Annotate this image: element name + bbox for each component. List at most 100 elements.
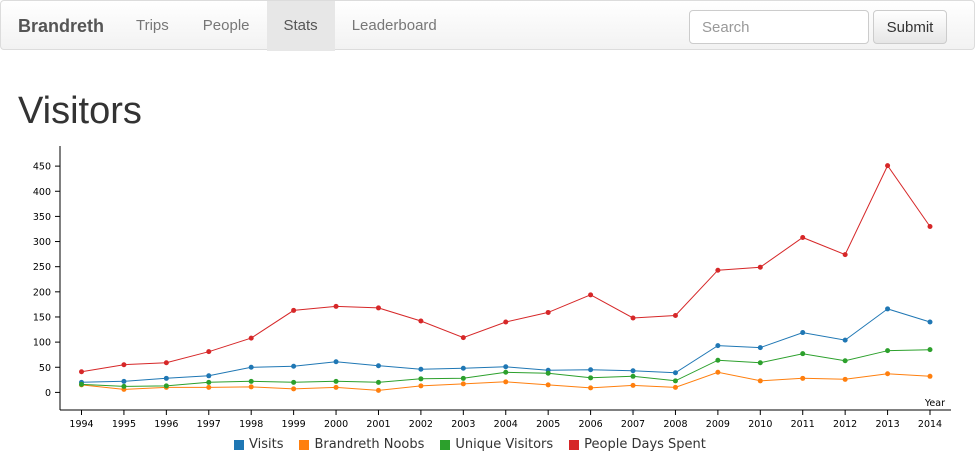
data-point xyxy=(800,351,806,357)
data-point xyxy=(206,384,212,390)
data-point xyxy=(800,330,806,336)
data-point xyxy=(206,349,212,355)
data-point xyxy=(460,335,466,341)
y-tick-label: 50 xyxy=(39,363,51,374)
data-point xyxy=(375,305,381,311)
chart-legend: Visits Brandreth Noobs Unique Visitors Peop… xyxy=(234,437,722,452)
x-tick-label: 2011 xyxy=(791,419,815,430)
data-point xyxy=(418,366,424,372)
legend-item: Brandreth Noobs xyxy=(299,437,424,452)
data-point xyxy=(248,364,254,370)
data-point xyxy=(757,378,763,384)
data-point xyxy=(757,360,763,366)
data-point xyxy=(927,347,933,353)
y-tick-label: 350 xyxy=(33,212,51,223)
data-point xyxy=(333,359,339,365)
y-tick-label: 250 xyxy=(33,262,51,273)
data-point xyxy=(163,360,169,366)
x-tick-label: 2004 xyxy=(494,419,518,430)
data-point xyxy=(885,306,891,312)
legend-item: Visits xyxy=(234,437,283,452)
data-point xyxy=(121,378,127,384)
y-tick-label: 200 xyxy=(33,287,51,298)
data-point xyxy=(503,364,509,370)
data-point xyxy=(291,307,297,313)
data-point xyxy=(291,363,297,369)
data-point xyxy=(333,303,339,309)
y-tick-label: 450 xyxy=(33,162,51,173)
data-point xyxy=(800,235,806,241)
data-point xyxy=(121,362,127,368)
legend-swatch xyxy=(299,439,310,450)
data-point xyxy=(588,292,594,298)
x-axis-label: Year xyxy=(924,398,945,409)
data-point xyxy=(885,371,891,377)
data-point xyxy=(630,373,636,379)
series-line-3 xyxy=(81,164,931,373)
data-point xyxy=(630,368,636,374)
data-point xyxy=(206,373,212,379)
data-point xyxy=(630,382,636,388)
data-point xyxy=(460,375,466,381)
x-tick-label: 2001 xyxy=(366,419,390,430)
data-point xyxy=(163,375,169,381)
data-point xyxy=(503,319,509,325)
data-point xyxy=(248,335,254,341)
data-point xyxy=(503,369,509,375)
x-tick-label: 1997 xyxy=(197,419,221,430)
data-point xyxy=(927,223,933,229)
x-tick-label: 2013 xyxy=(875,419,899,430)
data-point xyxy=(460,365,466,371)
x-tick-label: 1995 xyxy=(112,419,136,430)
data-point xyxy=(79,381,84,387)
data-point xyxy=(545,382,551,388)
x-tick-label: 1998 xyxy=(239,419,263,430)
data-point xyxy=(333,384,339,390)
legend-label: Brandreth Noobs xyxy=(314,437,425,452)
legend-swatch xyxy=(234,439,244,450)
data-point xyxy=(715,267,721,273)
data-point xyxy=(588,367,594,373)
x-tick-label: 2014 xyxy=(918,419,942,430)
data-point xyxy=(842,358,848,364)
data-point xyxy=(163,383,169,389)
legend-swatch xyxy=(440,439,451,450)
x-tick-label: 1996 xyxy=(154,419,178,430)
data-point xyxy=(375,387,381,393)
data-point xyxy=(333,378,339,384)
data-point xyxy=(460,381,466,387)
data-point xyxy=(418,318,424,324)
data-point xyxy=(588,375,594,381)
x-tick-label: 2005 xyxy=(536,419,560,430)
x-tick-label: 2003 xyxy=(451,419,475,430)
visitors-line-chart: 0 50 100 150 200 250 300 350 400 450 1994 1995 1996 1… xyxy=(33,146,951,430)
data-point xyxy=(545,309,551,315)
data-point xyxy=(291,386,297,392)
legend-label: People Days Spent xyxy=(584,437,706,452)
x-tick-label: 2012 xyxy=(833,419,857,430)
y-tick-label: 150 xyxy=(33,312,51,323)
legend-label: Visits xyxy=(249,437,284,452)
data-point xyxy=(375,379,381,385)
x-tick-label: 2008 xyxy=(663,419,687,430)
data-point xyxy=(630,315,636,321)
x-tick-label: 2000 xyxy=(324,419,348,430)
y-tick-label: 400 xyxy=(33,187,51,198)
data-point xyxy=(588,385,594,391)
data-point xyxy=(842,252,848,258)
x-tick-label: 1994 xyxy=(69,419,93,430)
data-point xyxy=(248,384,254,390)
data-point xyxy=(842,376,848,382)
data-point xyxy=(248,378,254,384)
legend-label: Unique Visitors xyxy=(455,437,554,452)
data-point xyxy=(927,373,933,379)
data-point xyxy=(121,383,127,389)
legend-item: Unique Visitors xyxy=(440,437,553,452)
data-point xyxy=(672,384,678,390)
data-point xyxy=(715,357,721,363)
x-tick-label: 2006 xyxy=(579,419,603,430)
data-point xyxy=(672,370,678,376)
data-point xyxy=(842,337,848,343)
x-tick-label: 2002 xyxy=(409,419,433,430)
data-point xyxy=(79,369,84,375)
